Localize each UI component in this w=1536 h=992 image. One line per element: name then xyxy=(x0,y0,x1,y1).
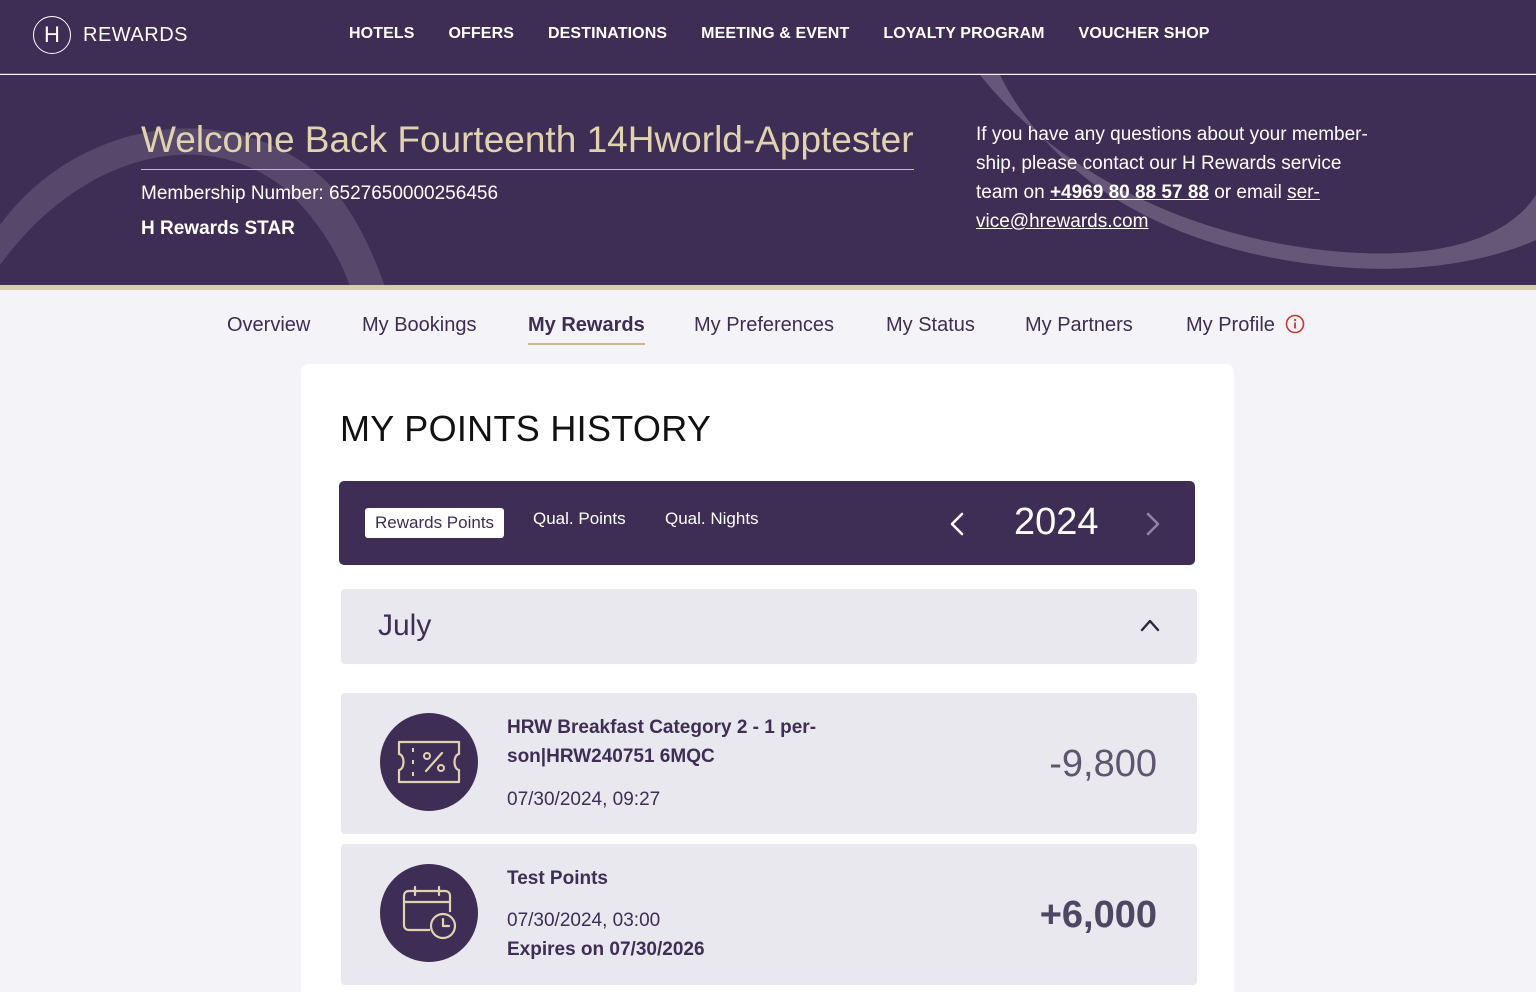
contact-text: team on xyxy=(976,182,1050,203)
tab-my-profile[interactable]: My Profile xyxy=(1186,314,1305,337)
account-tabs: Overview My Bookings My Rewards My Prefe… xyxy=(0,314,1536,350)
voucher-percent-icon xyxy=(397,740,461,784)
contact-phone-link[interactable]: +4969 80 88 57 88 xyxy=(1050,182,1209,203)
contact-text: ship, please contact our H Rewards servi… xyxy=(976,153,1342,174)
entry-icon-badge xyxy=(380,713,478,811)
nav-meeting-event[interactable]: MEETING & EVENT xyxy=(701,25,849,43)
filter-qual-points[interactable]: Qual. Points xyxy=(533,509,626,529)
nav-voucher-shop[interactable]: VOUCHER SHOP xyxy=(1079,25,1210,43)
contact-text: or email xyxy=(1208,182,1288,203)
month-label: July xyxy=(378,609,432,642)
entry-title-line: son|HRW240751 6MQC xyxy=(507,746,715,767)
nav-loyalty-program[interactable]: LOYALTY PROGRAM xyxy=(883,25,1044,43)
selected-year: 2024 xyxy=(1014,501,1099,543)
entry-date: 07/30/2024, 03:00 xyxy=(507,910,661,931)
tab-my-partners[interactable]: My Partners xyxy=(1025,314,1133,337)
welcome-heading: Welcome Back Fourteenth 14Hworld-Apptest… xyxy=(141,119,914,170)
entry-title: HRW Breakfast Category 2 - 1 per- son|HR… xyxy=(507,713,847,771)
membership-tier: H Rewards STAR xyxy=(141,218,295,239)
contact-info: If you have any questions about your mem… xyxy=(976,120,1396,236)
contact-text: If you have any questions about your mem… xyxy=(976,124,1368,145)
nav-hotels[interactable]: HOTELS xyxy=(349,25,415,43)
logo-text: REWARDS xyxy=(83,23,188,46)
nav-destinations[interactable]: DESTINATIONS xyxy=(548,25,667,43)
calendar-clock-icon xyxy=(402,885,457,940)
entry-points: +6,000 xyxy=(1039,894,1157,936)
logo-mark: H xyxy=(33,16,71,54)
contact-phone: +4969 80 88 57 88 xyxy=(1049,182,1209,203)
points-filter-bar: Rewards Points Qual. Points Qual. Nights… xyxy=(339,481,1195,565)
welcome-hero: Welcome Back Fourteenth 14Hworld-Apptest… xyxy=(0,75,1536,286)
tab-my-preferences[interactable]: My Preferences xyxy=(694,314,834,337)
tab-my-bookings[interactable]: My Bookings xyxy=(362,314,477,337)
contact-email-link[interactable]: vice@hrewards.com xyxy=(976,211,1148,232)
entry-icon-badge xyxy=(380,864,478,962)
filter-rewards-points[interactable]: Rewards Points xyxy=(365,508,505,538)
main-menu: HOTELS OFFERS DESTINATIONS MEETING & EVE… xyxy=(349,25,1244,43)
entry-date: 07/30/2024, 09:27 xyxy=(507,789,661,810)
top-navigation: H REWARDS HOTELS OFFERS DESTINATIONS MEE… xyxy=(0,0,1536,74)
points-history-title: MY POINTS HISTORY xyxy=(340,408,712,449)
info-alert-icon xyxy=(1285,314,1305,334)
next-year-chevron-icon[interactable] xyxy=(1141,511,1163,537)
logo[interactable]: H REWARDS xyxy=(33,16,188,54)
points-history-entry: HRW Breakfast Category 2 - 1 per- son|HR… xyxy=(341,693,1197,834)
entry-points: -9,800 xyxy=(1049,743,1157,785)
month-accordion-header[interactable]: July xyxy=(341,589,1197,664)
entry-title-line: HRW Breakfast Category 2 - 1 per- xyxy=(507,717,817,738)
tab-my-status[interactable]: My Status xyxy=(886,314,975,337)
tab-my-profile-label: My Profile xyxy=(1186,314,1275,336)
tab-my-rewards[interactable]: My Rewards xyxy=(528,314,645,345)
tab-overview[interactable]: Overview xyxy=(227,314,310,337)
membership-number: Membership Number: 6527650000256456 xyxy=(141,183,499,204)
filter-qual-nights[interactable]: Qual. Nights xyxy=(665,509,759,529)
contact-email-link[interactable]: ser- xyxy=(1287,182,1320,203)
previous-year-chevron-icon[interactable] xyxy=(947,511,969,537)
entry-title: Test Points xyxy=(507,868,608,889)
points-history-entry: Test Points 07/30/2024, 03:00 Expires on… xyxy=(341,844,1197,985)
hero-divider xyxy=(0,285,1536,290)
chevron-up-icon[interactable] xyxy=(1139,617,1161,633)
nav-offers[interactable]: OFFERS xyxy=(449,25,515,43)
entry-expiry: Expires on 07/30/2026 xyxy=(507,939,705,960)
